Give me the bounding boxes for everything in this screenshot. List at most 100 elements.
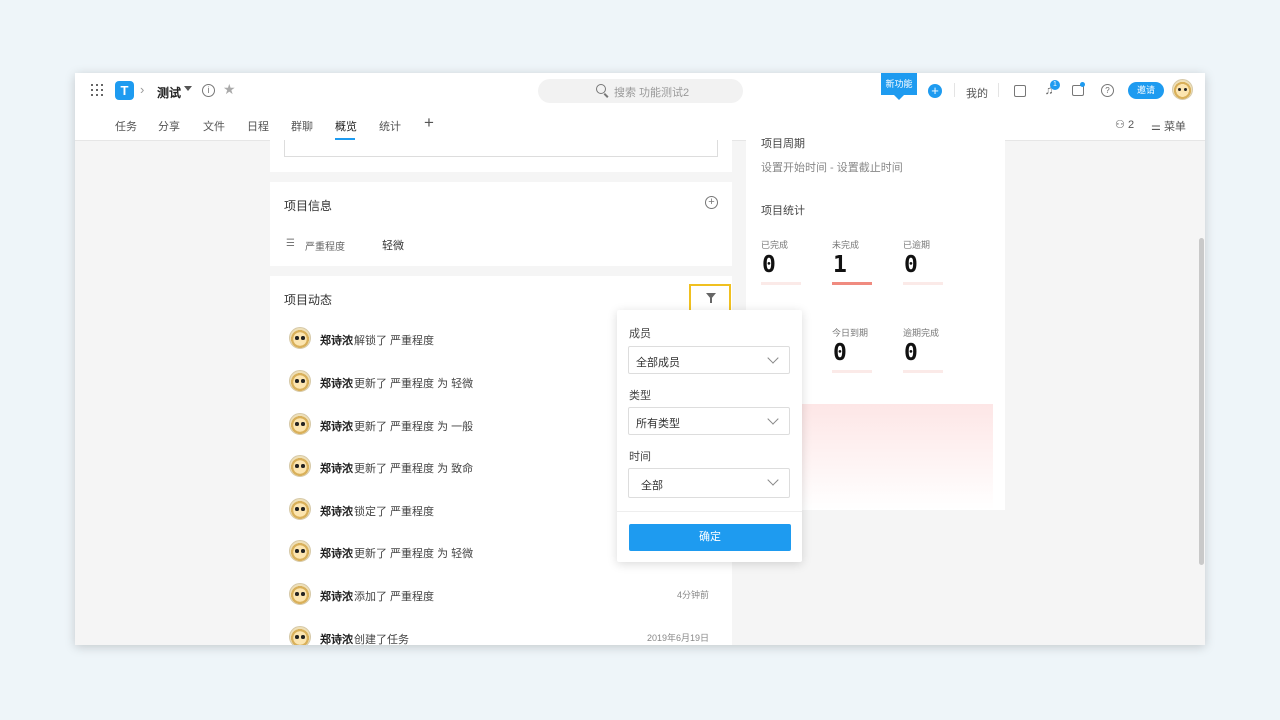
- avatar[interactable]: [289, 413, 311, 435]
- stat-bar: [832, 370, 872, 373]
- activity-text: 更新了 严重程度 为 轻微: [354, 548, 474, 560]
- add-button[interactable]: +: [928, 84, 942, 98]
- message-dot: [1080, 82, 1085, 87]
- invite-button[interactable]: 邀请: [1128, 82, 1164, 99]
- search-input[interactable]: 搜索 功能测试2: [538, 79, 743, 103]
- top-bar: T › 测试 i ★ 搜索 功能测试2 新功能 + 我的 ♫ 1 ? 邀请 任务…: [75, 73, 1205, 141]
- type-select[interactable]: 所有类型: [628, 407, 790, 435]
- type-select-value: 所有类型: [636, 418, 680, 430]
- filter-button[interactable]: [689, 284, 731, 312]
- activity-text: 创建了任务: [354, 634, 409, 645]
- description-input[interactable]: [284, 140, 718, 157]
- activity-text: 锁定了 严重程度: [354, 506, 435, 518]
- scrollbar[interactable]: [1199, 238, 1204, 565]
- project-stats-heading: 项目统计: [761, 205, 805, 217]
- chevron-down-icon: [767, 413, 779, 425]
- member-select-value: 全部成员: [636, 357, 680, 369]
- info-icon[interactable]: i: [202, 84, 215, 97]
- chevron-right-icon: ›: [140, 82, 145, 97]
- activity-user[interactable]: 郑诗浓: [320, 588, 353, 604]
- activity-text: 更新了 严重程度 为 一般: [354, 421, 474, 433]
- avatar[interactable]: [289, 583, 311, 605]
- project-period-dates[interactable]: 设置开始时间 - 设置截止时间: [761, 159, 903, 175]
- activity-item: 郑诗浓 创建了任务 2019年6月19日: [289, 626, 719, 645]
- tab-bar: 任务 分享 文件 日程 群聊 概览 统计 + ⚇ 2 ⚌ 菜单: [75, 109, 1205, 140]
- menu-button[interactable]: ⚌ 菜单: [1151, 118, 1186, 134]
- activity-text: 解锁了 严重程度: [354, 335, 435, 347]
- tab-group-chat[interactable]: 群聊: [291, 118, 313, 134]
- chevron-down-icon: [767, 474, 779, 486]
- activity-user[interactable]: 郑诗浓: [320, 460, 353, 476]
- chart-area-edge: [993, 404, 1005, 510]
- divider: [954, 83, 955, 97]
- star-icon[interactable]: ★: [223, 81, 236, 98]
- tab-schedule[interactable]: 日程: [247, 118, 269, 134]
- calendar-icon[interactable]: [1014, 85, 1026, 97]
- project-period-heading: 项目周期: [761, 138, 805, 150]
- avatar[interactable]: [289, 455, 311, 477]
- tab-statistics[interactable]: 统计: [379, 118, 401, 134]
- list-icon: ☰: [286, 238, 295, 249]
- project-info-title: 项目信息: [284, 199, 333, 213]
- stat-bar: [903, 370, 943, 373]
- stat-value: 0: [833, 340, 847, 366]
- caret-down-icon[interactable]: [184, 86, 192, 91]
- stat-value: 1: [833, 252, 847, 278]
- stat-label: 逾期完成: [903, 328, 940, 338]
- activity-user[interactable]: 郑诗浓: [320, 545, 353, 561]
- mine-link[interactable]: 我的: [966, 85, 988, 101]
- project-info-card: 项目信息 + ☰ 严重程度 轻微: [270, 182, 732, 266]
- stat-label: 未完成: [832, 240, 860, 250]
- avatar[interactable]: [289, 327, 311, 349]
- field-value[interactable]: 轻微: [382, 237, 404, 253]
- avatar[interactable]: [289, 626, 311, 645]
- field-label: 严重程度: [305, 242, 345, 253]
- activity-text: 更新了 严重程度 为 致命: [354, 463, 474, 475]
- avatar[interactable]: [289, 498, 311, 520]
- stat-bar: [903, 282, 943, 285]
- stat-value: 0: [904, 340, 918, 366]
- activity-time: 2019年6月19日: [646, 633, 709, 643]
- confirm-button[interactable]: 确定: [629, 524, 791, 551]
- apps-grid-icon[interactable]: [91, 84, 103, 96]
- avatar[interactable]: [289, 540, 311, 562]
- sliders-icon: ⚌: [1151, 121, 1161, 133]
- search-icon: [596, 84, 606, 94]
- activity-text: 更新了 严重程度 为 轻微: [354, 378, 474, 390]
- tab-overview[interactable]: 概览: [335, 118, 357, 134]
- member-select[interactable]: 全部成员: [628, 346, 790, 374]
- activity-user[interactable]: 郑诗浓: [320, 332, 353, 348]
- time-label: 时间: [629, 451, 651, 463]
- user-icon: ⚇: [1115, 119, 1125, 131]
- time-select-value: 全部: [641, 480, 663, 492]
- activity-user[interactable]: 郑诗浓: [320, 375, 353, 391]
- project-title[interactable]: 测试: [157, 84, 181, 101]
- stat-bar: [832, 282, 872, 285]
- avatar[interactable]: [289, 370, 311, 392]
- add-tab-icon[interactable]: +: [424, 113, 434, 133]
- member-label: 成员: [629, 328, 651, 340]
- members-button[interactable]: ⚇ 2: [1115, 118, 1134, 131]
- stat-label: 已逾期: [903, 240, 931, 250]
- activity-user[interactable]: 郑诗浓: [320, 503, 353, 519]
- divider: [998, 83, 999, 97]
- divider: [617, 511, 802, 512]
- new-feature-badge[interactable]: 新功能: [881, 73, 917, 100]
- activity-user[interactable]: 郑诗浓: [320, 418, 353, 434]
- notification-badge: 1: [1050, 80, 1060, 90]
- time-select[interactable]: 全部: [628, 468, 790, 498]
- stat-label: 今日到期: [832, 328, 869, 338]
- app-logo-icon[interactable]: T: [115, 81, 134, 100]
- members-count: 2: [1127, 119, 1135, 131]
- header-row: T › 测试 i ★ 搜索 功能测试2 新功能 + 我的 ♫ 1 ? 邀请: [75, 73, 1205, 109]
- activity-user[interactable]: 郑诗浓: [320, 631, 353, 645]
- user-avatar[interactable]: [1172, 79, 1193, 100]
- activity-text: 添加了 严重程度: [354, 591, 435, 603]
- tab-share[interactable]: 分享: [158, 118, 180, 134]
- add-field-icon[interactable]: +: [705, 196, 718, 209]
- search-placeholder: 搜索 功能测试2: [614, 87, 690, 99]
- tab-files[interactable]: 文件: [203, 118, 225, 134]
- stat-bar: [761, 282, 801, 285]
- tab-tasks[interactable]: 任务: [115, 118, 137, 134]
- help-icon[interactable]: ?: [1101, 84, 1114, 97]
